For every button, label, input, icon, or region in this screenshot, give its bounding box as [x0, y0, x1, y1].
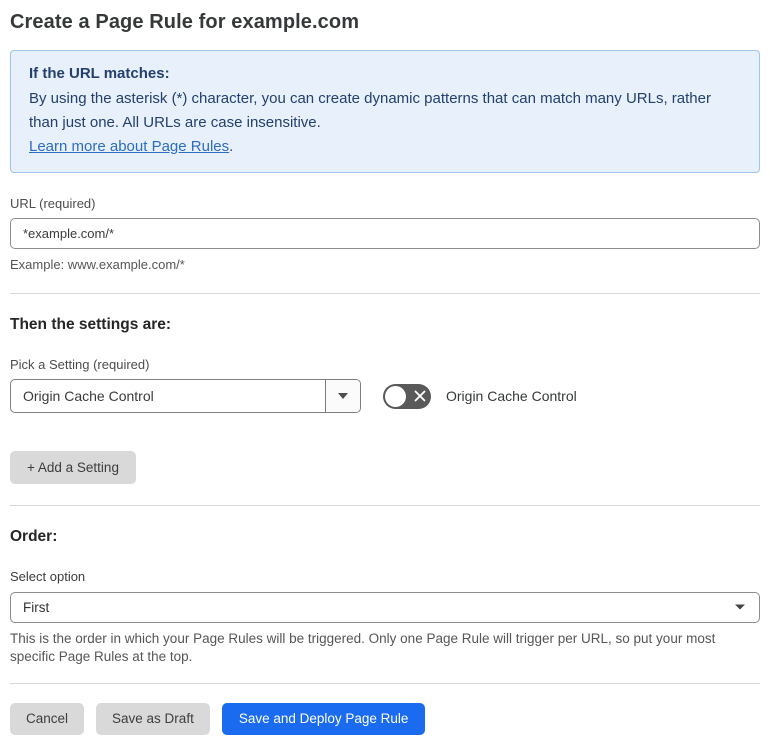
link-suffix: .	[229, 138, 234, 155]
setting-select-arrow-button[interactable]	[325, 380, 360, 412]
order-section-heading: Order:	[10, 527, 58, 545]
order-select-value: First	[23, 599, 50, 615]
setting-select-value: Origin Cache Control	[23, 388, 154, 404]
x-icon	[414, 390, 426, 402]
page-title: Create a Page Rule for example.com	[10, 11, 360, 33]
info-box-heading: If the URL matches:	[29, 65, 170, 82]
url-input[interactable]	[10, 218, 760, 249]
url-field-label: URL (required)	[10, 196, 96, 211]
origin-cache-control-toggle[interactable]	[383, 383, 431, 409]
cancel-button[interactable]: Cancel	[10, 703, 85, 735]
info-box-body: By using the asterisk (*) character, you…	[29, 90, 711, 131]
setting-select[interactable]: Origin Cache Control	[10, 379, 361, 413]
order-select[interactable]: First	[10, 591, 760, 623]
chevron-down-icon	[338, 393, 348, 399]
url-field-helper: Example: www.example.com/*	[10, 257, 185, 272]
pick-setting-row: Origin Cache Control Origin Cache Contro…	[10, 379, 760, 413]
chevron-down-icon	[735, 604, 745, 610]
toggle-knob	[385, 385, 406, 407]
save-and-deploy-button[interactable]: Save and Deploy Page Rule	[221, 702, 426, 735]
divider	[10, 682, 760, 684]
settings-section-heading: Then the settings are:	[10, 316, 172, 333]
add-setting-button[interactable]: + Add a Setting	[10, 451, 136, 484]
divider	[10, 293, 760, 294]
footer-actions: Cancel Save as Draft Save and Deploy Pag…	[10, 702, 760, 735]
order-select-label: Select option	[10, 568, 86, 584]
info-box-link-row: Learn more about Page Rules.	[29, 135, 741, 159]
url-match-info-box: If the URL matches: By using the asteris…	[10, 50, 760, 173]
pick-setting-label: Pick a Setting (required)	[10, 357, 150, 372]
learn-more-link[interactable]: Learn more about Page Rules	[29, 138, 229, 155]
divider	[10, 504, 760, 506]
toggle-label: Origin Cache Control	[446, 388, 577, 404]
save-as-draft-button[interactable]: Save as Draft	[96, 703, 210, 735]
order-helper-text: This is the order in which your Page Rul…	[10, 630, 716, 665]
